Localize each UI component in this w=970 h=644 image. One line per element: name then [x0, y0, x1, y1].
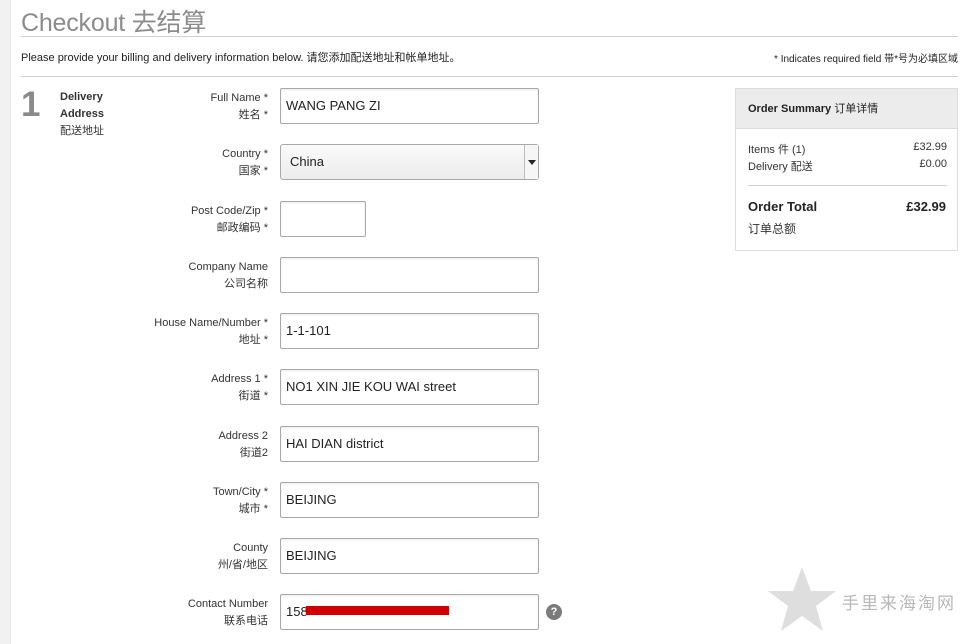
company-input[interactable]: [280, 257, 539, 293]
address1-label: Address 1 * 街道 *: [211, 371, 268, 405]
contact-label-en: Contact Number: [187, 598, 268, 610]
house-input[interactable]: 1-1-101: [280, 313, 539, 349]
address2-row: Address 2 街道2 HAI DIAN district: [140, 426, 540, 466]
address2-input[interactable]: HAI DIAN district: [280, 426, 539, 462]
address1-label-zh: 街道 *: [238, 390, 268, 402]
country-row: Country * 国家 * China: [140, 144, 540, 184]
star-icon: [768, 567, 836, 631]
address2-label: Address 2 街道2: [218, 428, 268, 462]
town-label: Town/City * 城市 *: [213, 484, 268, 518]
county-label-zh: 州/省/地区: [217, 559, 268, 571]
full-name-label-en: Full Name *: [210, 92, 268, 104]
summary-divider: [748, 185, 947, 186]
order-summary-title-zh: 订单详情: [834, 103, 879, 115]
step-number: 1: [21, 85, 41, 124]
left-edge-strip: [0, 0, 11, 644]
town-label-en: Town/City *: [212, 486, 268, 498]
county-input[interactable]: BEIJING: [280, 538, 539, 574]
county-label-en: County: [233, 542, 268, 554]
intro-text: Please provide your billing and delivery…: [21, 52, 461, 64]
company-row: Company Name 公司名称: [140, 257, 540, 297]
post-code-label: Post Code/Zip * 邮政编码 *: [191, 203, 268, 237]
county-label: County 州/省/地区: [218, 540, 268, 574]
county-row: County 州/省/地区 BEIJING: [140, 538, 540, 578]
address2-label-en: Address 2: [218, 430, 268, 442]
country-label-zh: 国家 *: [238, 165, 268, 177]
order-total-value: £32.99: [906, 199, 946, 214]
contact-label: Contact Number 联系电话: [188, 596, 268, 630]
full-name-input[interactable]: WANG PANG ZI: [280, 88, 539, 124]
redaction-bar: [306, 606, 449, 615]
order-summary-panel: Order Summary 订单详情 Items 件 (1) £32.99 De…: [735, 88, 958, 251]
address1-row: Address 1 * 街道 * NO1 XIN JIE KOU WAI str…: [140, 369, 540, 409]
delivery-label: Delivery 配送: [748, 161, 813, 173]
company-label-zh: 公司名称: [224, 278, 268, 290]
town-row: Town/City * 城市 * BEIJING: [140, 482, 540, 522]
full-name-label-zh: 姓名 *: [238, 109, 268, 121]
full-name-row: Full Name * 姓名 * WANG PANG ZI: [140, 88, 540, 128]
country-selected-value: China: [290, 154, 324, 169]
order-total-label: Order Total: [748, 199, 818, 214]
house-label: House Name/Number * 地址 *: [154, 315, 268, 349]
contact-input[interactable]: 158: [280, 594, 539, 630]
contact-value: 158: [286, 604, 308, 619]
required-field-note: * Indicates required field 带*号为必填区域: [774, 54, 958, 65]
step-label-en: Delivery Address: [60, 91, 105, 120]
house-row: House Name/Number * 地址 * 1-1-101: [140, 313, 540, 353]
delivery-value: £0.00: [919, 158, 947, 170]
items-label: Items 件 (1): [748, 144, 806, 156]
post-code-row: Post Code/Zip * 邮政编码 *: [140, 201, 540, 241]
title-divider: [21, 36, 958, 37]
help-icon[interactable]: ?: [546, 604, 562, 620]
dropdown-arrow-icon[interactable]: [524, 145, 538, 179]
country-select[interactable]: China: [280, 144, 539, 180]
address1-input[interactable]: NO1 XIN JIE KOU WAI street: [280, 369, 539, 405]
items-value: £32.99: [913, 141, 947, 153]
town-input[interactable]: BEIJING: [280, 482, 539, 518]
address2-label-zh: 街道2: [239, 447, 268, 459]
post-code-input[interactable]: [280, 201, 366, 237]
post-code-label-zh: 邮政编码 *: [216, 222, 268, 234]
items-row: Items 件 (1) £32.99: [748, 141, 947, 157]
section-divider: [21, 76, 958, 77]
order-summary-title-en: Order Summary: [748, 103, 832, 115]
contact-row: Contact Number 联系电话 158 ?: [140, 594, 580, 634]
house-label-zh: 地址 *: [238, 334, 268, 346]
post-code-label-en: Post Code/Zip *: [190, 205, 268, 217]
house-label-en: House Name/Number *: [154, 317, 268, 329]
company-label: Company Name 公司名称: [189, 259, 268, 293]
order-summary-header: Order Summary 订单详情: [736, 89, 957, 129]
step-label: Delivery Address 配送地址: [60, 89, 120, 140]
step-label-zh: 配送地址: [60, 125, 104, 137]
delivery-row: Delivery 配送 £0.00: [748, 158, 947, 174]
order-total-label-zh: 订单总额: [748, 222, 797, 236]
company-label-en: Company Name: [188, 261, 268, 273]
town-label-zh: 城市 *: [238, 503, 268, 515]
address1-label-en: Address 1 *: [211, 373, 268, 385]
country-label: Country * 国家 *: [222, 146, 268, 180]
watermark: 手里来海淘网: [766, 565, 966, 635]
page-title: Checkout 去结算: [21, 9, 207, 37]
full-name-label: Full Name * 姓名 *: [211, 90, 268, 124]
contact-label-zh: 联系电话: [224, 615, 268, 627]
watermark-text: 手里来海淘网: [842, 594, 956, 614]
country-label-en: Country *: [222, 148, 268, 160]
